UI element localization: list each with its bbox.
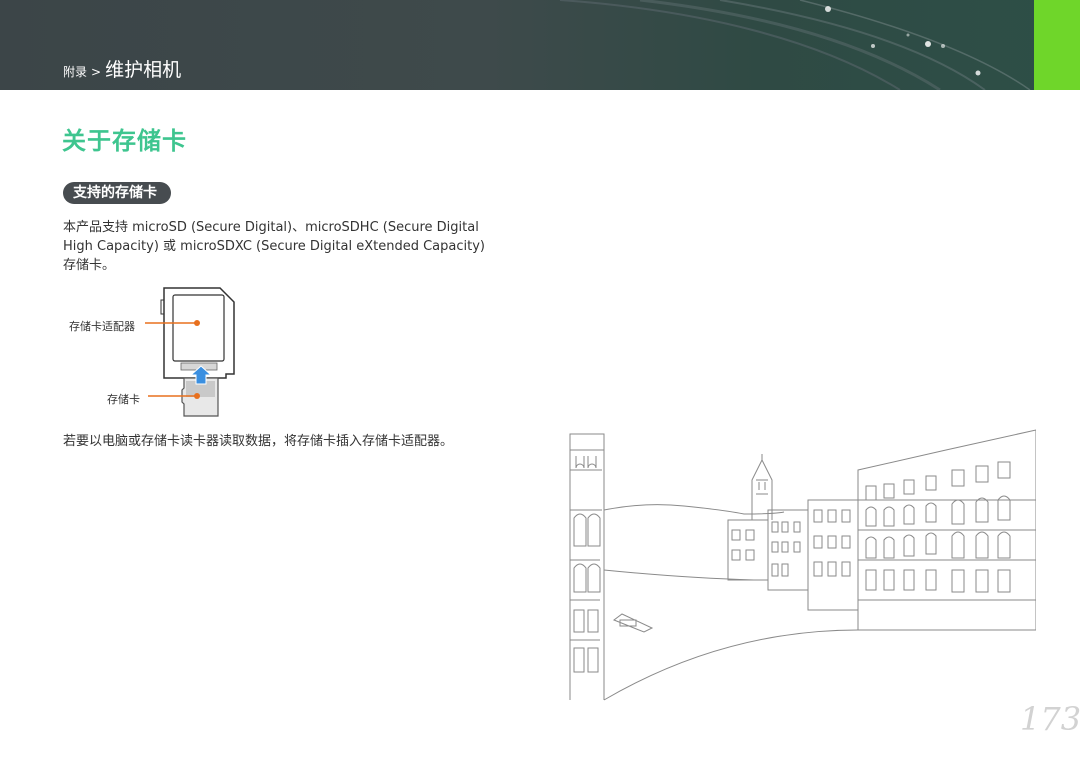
section-heading: 支持的存储卡 [63, 182, 171, 204]
card-label: 存储卡 [107, 393, 140, 406]
chapter-tab[interactable] [1034, 0, 1080, 90]
breadcrumb: 附录 > 维护相机 [63, 55, 181, 82]
venice-illustration [569, 429, 1036, 701]
adapter-label: 存储卡适配器 [69, 320, 135, 333]
body-line-2: High Capacity) 或 microSDXC (Secure Digit… [63, 239, 485, 254]
breadcrumb-parent[interactable]: 附录 [63, 63, 87, 80]
breadcrumb-current: 维护相机 [105, 59, 182, 81]
sd-adapter-window [172, 294, 225, 362]
page-header: 附录 > 维护相机 [0, 0, 1080, 90]
body-line-3: 存储卡。 [63, 258, 116, 273]
memory-card-diagram [145, 287, 235, 417]
section-body: 本产品支持 microSD (Secure Digital)、microSDHC… [63, 218, 513, 275]
usage-note: 若要以电脑或存储卡读卡器读取数据，将存储卡插入存储卡适配器。 [63, 434, 454, 449]
page-title: 关于存储卡 [62, 127, 187, 155]
page-number: 173 [1020, 700, 1080, 738]
breadcrumb-separator: > [91, 65, 102, 79]
body-line-1: 本产品支持 microSD (Secure Digital)、microSDHC… [63, 220, 479, 235]
